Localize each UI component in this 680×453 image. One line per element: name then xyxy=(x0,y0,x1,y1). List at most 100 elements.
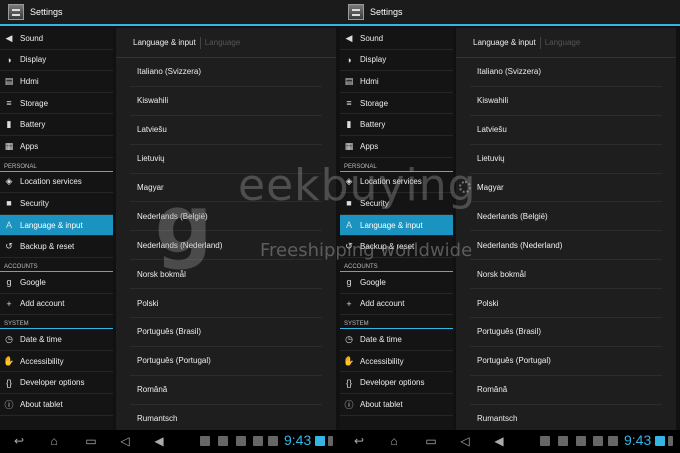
hdmi-icon: ▤ xyxy=(344,75,354,86)
sidebar-item-about-tablet[interactable]: ⓘ About tablet xyxy=(0,394,113,416)
sidebar-item-label: Add account xyxy=(20,299,65,309)
sidebar-item-battery[interactable]: ▮ Battery xyxy=(0,114,113,136)
language-list-item[interactable]: Português (Portugal) xyxy=(130,347,322,376)
language-list-item[interactable]: Nederlands (Nederland) xyxy=(130,231,322,261)
sidebar-item-hdmi[interactable]: ▤ Hdmi xyxy=(340,71,453,93)
sidebar-item-sound[interactable]: ◀ Sound xyxy=(0,28,113,50)
wifi-icon xyxy=(315,436,325,446)
language-list-item[interactable]: Latviešu xyxy=(470,116,662,145)
battery-status-icon xyxy=(668,436,673,446)
sidebar-item-apps[interactable]: ▦ Apps xyxy=(0,136,113,158)
language-list-item[interactable]: Português (Brasil) xyxy=(470,318,662,347)
back-icon[interactable]: ↩ xyxy=(10,434,28,448)
sidebar-item-battery[interactable]: ▮ Battery xyxy=(340,114,453,136)
sidebar-item-google[interactable]: g Google xyxy=(0,272,113,294)
language-list: Italiano (Svizzera) Kiswahili Latviešu Liet… xyxy=(456,58,676,430)
language-list-item[interactable]: Magyar xyxy=(470,174,662,203)
language-list: Italiano (Svizzera) Kiswahili Latviešu Liet… xyxy=(116,58,336,430)
language-list-item[interactable]: Nederlands (Nederland) xyxy=(470,231,662,261)
breadcrumb: Language & input xyxy=(473,38,536,47)
language-list-item[interactable]: Norsk bokmål xyxy=(130,260,322,290)
volume-down-icon[interactable]: ◁ xyxy=(116,434,134,448)
loading-spinner-icon xyxy=(459,181,471,193)
plus-icon: + xyxy=(6,298,12,309)
info-icon: ⓘ xyxy=(4,399,14,410)
sidebar-item-add-account[interactable]: + Add account xyxy=(340,294,453,316)
sidebar-item-add-account[interactable]: + Add account xyxy=(0,294,113,316)
speaker-icon: ◀ xyxy=(345,32,353,43)
lock-icon: ■ xyxy=(346,198,352,209)
language-list-item[interactable]: Magyar xyxy=(130,174,322,203)
system-nav-bar: ↩ ⌂ ▭ ◁ ◀ 9:43 ↩ ⌂ ▭ ◁ ◀ 9:43 xyxy=(0,430,680,453)
sidebar-item-language-input[interactable]: A Language & input xyxy=(340,214,453,237)
sidebar-item-location-services[interactable]: ◈ Location services xyxy=(340,172,453,194)
home-icon[interactable]: ⌂ xyxy=(45,434,63,448)
language-list-item[interactable]: Kiswahili xyxy=(130,87,322,116)
notification-icon xyxy=(593,436,603,446)
screenshot-icon xyxy=(558,436,568,446)
language-list-item[interactable]: Kiswahili xyxy=(470,87,662,116)
sidebar-item-date-time[interactable]: ◷ Date & time xyxy=(0,329,113,351)
language-list-item[interactable]: Italiano (Svizzera) xyxy=(130,58,322,87)
sidebar-item-security[interactable]: ■ Security xyxy=(0,193,113,215)
language-list-item[interactable]: Latviešu xyxy=(130,116,322,145)
language-list-item[interactable]: Rumantsch xyxy=(130,405,322,430)
volume-up-icon[interactable]: ◀ xyxy=(490,434,508,448)
sidebar-item-display[interactable]: ◑ Display xyxy=(0,50,113,72)
section-header: SYSTEM xyxy=(0,315,113,330)
sidebar-item-developer-options[interactable]: {} Developer options xyxy=(0,372,113,394)
sidebar-item-backup-reset[interactable]: ↺ Backup & reset xyxy=(0,236,113,258)
sidebar-item-label: Sound xyxy=(20,33,44,43)
section-header: ACCOUNTS xyxy=(0,258,113,272)
hand-icon: ✋ xyxy=(343,355,355,366)
language-list-item[interactable]: Polski xyxy=(130,289,322,319)
wifi-icon xyxy=(655,436,665,446)
sidebar-item-location-services[interactable]: ◈ Location services xyxy=(0,172,113,194)
language-list-item[interactable]: Português (Brasil) xyxy=(130,318,322,347)
language-list-item[interactable]: Norsk bokmål xyxy=(470,260,662,290)
volume-down-icon[interactable]: ◁ xyxy=(456,434,474,448)
sidebar-item-developer-options[interactable]: {} Developer options xyxy=(340,372,453,394)
language-list-item[interactable]: Lietuvių xyxy=(130,145,322,174)
sidebar-item-google[interactable]: g Google xyxy=(340,272,453,294)
settings-app-icon[interactable] xyxy=(348,4,364,20)
sidebar-item-security[interactable]: ■ Security xyxy=(340,193,453,215)
sidebar-item-label: Storage xyxy=(20,98,49,108)
language-list-item[interactable]: Polski xyxy=(470,289,662,319)
sidebar-item-label: Storage xyxy=(360,98,389,108)
back-icon[interactable]: ↩ xyxy=(350,434,368,448)
sidebar-item-label: Date & time xyxy=(360,334,402,344)
code-icon: {} xyxy=(345,377,352,388)
sidebar-item-storage[interactable]: ≡ Storage xyxy=(340,93,453,115)
settings-app-icon[interactable] xyxy=(8,4,24,20)
volume-up-icon[interactable]: ◀ xyxy=(150,434,168,448)
recent-apps-icon[interactable]: ▭ xyxy=(82,434,100,448)
sidebar-item-hdmi[interactable]: ▤ Hdmi xyxy=(0,71,113,93)
sidebar-item-backup-reset[interactable]: ↺ Backup & reset xyxy=(340,236,453,258)
sidebar-item-storage[interactable]: ≡ Storage xyxy=(0,93,113,115)
code-icon: {} xyxy=(5,377,12,388)
sidebar-item-sound[interactable]: ◀ Sound xyxy=(340,28,453,50)
sidebar-item-apps[interactable]: ▦ Apps xyxy=(340,136,453,158)
language-list-item[interactable]: Italiano (Svizzera) xyxy=(470,58,662,87)
recent-apps-icon[interactable]: ▭ xyxy=(422,434,440,448)
language-list-item[interactable]: Rumantsch xyxy=(470,405,662,430)
language-list-item[interactable]: Português (Portugal) xyxy=(470,347,662,376)
sidebar-item-label: Developer options xyxy=(360,378,425,388)
sidebar-item-display[interactable]: ◑ Display xyxy=(340,50,453,72)
language-list-item[interactable]: Nederlands (België) xyxy=(130,202,322,232)
display-icon: ◑ xyxy=(6,54,12,65)
language-list-item[interactable]: Română xyxy=(470,376,662,405)
sidebar-item-language-input[interactable]: A Language & input xyxy=(0,214,113,237)
home-icon[interactable]: ⌂ xyxy=(385,434,403,448)
language-list-item[interactable]: Nederlands (België) xyxy=(470,202,662,232)
sidebar-item-date-time[interactable]: ◷ Date & time xyxy=(340,329,453,351)
clock: 9:43 xyxy=(284,432,312,448)
sidebar-item-accessibility[interactable]: ✋ Accessibility xyxy=(0,351,113,373)
sidebar-item-about-tablet[interactable]: ⓘ About tablet xyxy=(340,394,453,416)
language-list-item[interactable]: Lietuvių xyxy=(470,145,662,174)
language-list-item[interactable]: Română xyxy=(130,376,322,405)
keyboard-icon: A xyxy=(5,220,12,231)
sidebar-item-accessibility[interactable]: ✋ Accessibility xyxy=(340,351,453,373)
sidebar-item-label: Sound xyxy=(360,33,384,43)
